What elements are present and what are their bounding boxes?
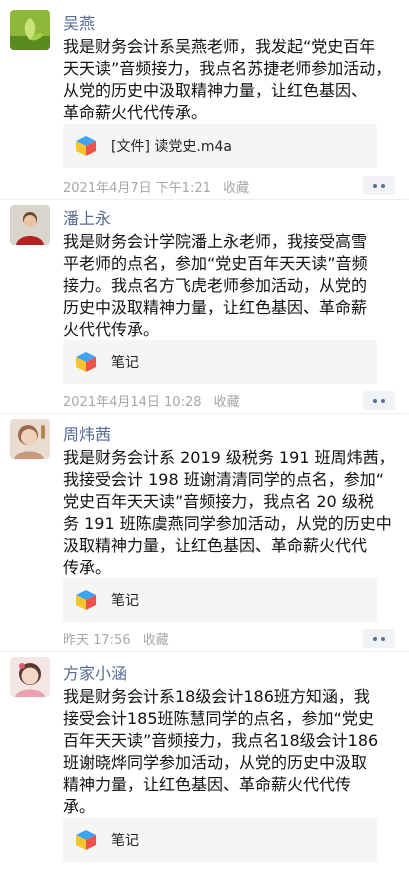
note-cube-icon	[76, 830, 96, 850]
author-name[interactable]: 周炜茜	[63, 421, 111, 445]
post-time: 2021年4月14日 10:28	[63, 395, 202, 410]
attachment-card[interactable]: 笔记	[63, 578, 377, 622]
post-text: 我是财务会计系 2019 级税务 191 班周炜茜， 我接受会计 198 班谢清…	[63, 448, 395, 577]
attachment-card[interactable]: [文件] 读党史.m4a	[63, 124, 377, 168]
more-options-button[interactable]	[363, 176, 395, 195]
divider	[0, 199, 409, 200]
post-meta: 2021年4月7日 下午1:21 收藏	[63, 177, 257, 196]
attachment-card[interactable]: 笔记	[63, 818, 377, 862]
post-time: 2021年4月7日 下午1:21	[63, 181, 211, 196]
attachment-label: 笔记	[111, 833, 139, 849]
post-text: 我是财务会计系吴燕老师，我发起“党史百年 天天读”音频接力，我点名苏捷老师参加活…	[63, 37, 392, 122]
avatar[interactable]	[10, 10, 50, 50]
author-name[interactable]: 方家小涵	[63, 660, 127, 684]
attachment-label: 笔记	[111, 593, 139, 609]
note-cube-icon	[76, 590, 96, 610]
more-options-button[interactable]	[363, 629, 395, 648]
avatar[interactable]	[10, 419, 50, 459]
note-cube-icon	[76, 136, 96, 156]
post-text: 我是财务会计学院潘上永老师，我接受高雪 平老师的点名，参加“党史百年天天读”音频…	[63, 232, 368, 339]
attachment-card[interactable]: 笔记	[63, 340, 377, 384]
post-time: 昨天 17:56	[63, 633, 131, 648]
attachment-label: 笔记	[111, 355, 139, 371]
favorite-link[interactable]: 收藏	[223, 181, 249, 196]
post-text: 我是财务会计系18级会计186班方知涵，我 接受会计185班陈慧同学的点名，参加…	[63, 687, 379, 816]
more-options-button[interactable]	[363, 391, 395, 410]
favorite-link[interactable]: 收藏	[143, 633, 169, 648]
favorite-link[interactable]: 收藏	[214, 395, 240, 410]
post-meta: 昨天 17:56 收藏	[63, 629, 177, 648]
post-meta: 2021年4月14日 10:28 收藏	[63, 391, 248, 410]
avatar[interactable]	[10, 657, 50, 697]
avatar[interactable]	[10, 205, 50, 245]
divider	[0, 651, 409, 652]
attachment-label: [文件] 读党史.m4a	[111, 139, 232, 155]
author-name[interactable]: 吴燕	[63, 10, 95, 34]
author-name[interactable]: 潘上永	[63, 205, 111, 229]
note-cube-icon	[76, 352, 96, 372]
divider	[0, 413, 409, 414]
